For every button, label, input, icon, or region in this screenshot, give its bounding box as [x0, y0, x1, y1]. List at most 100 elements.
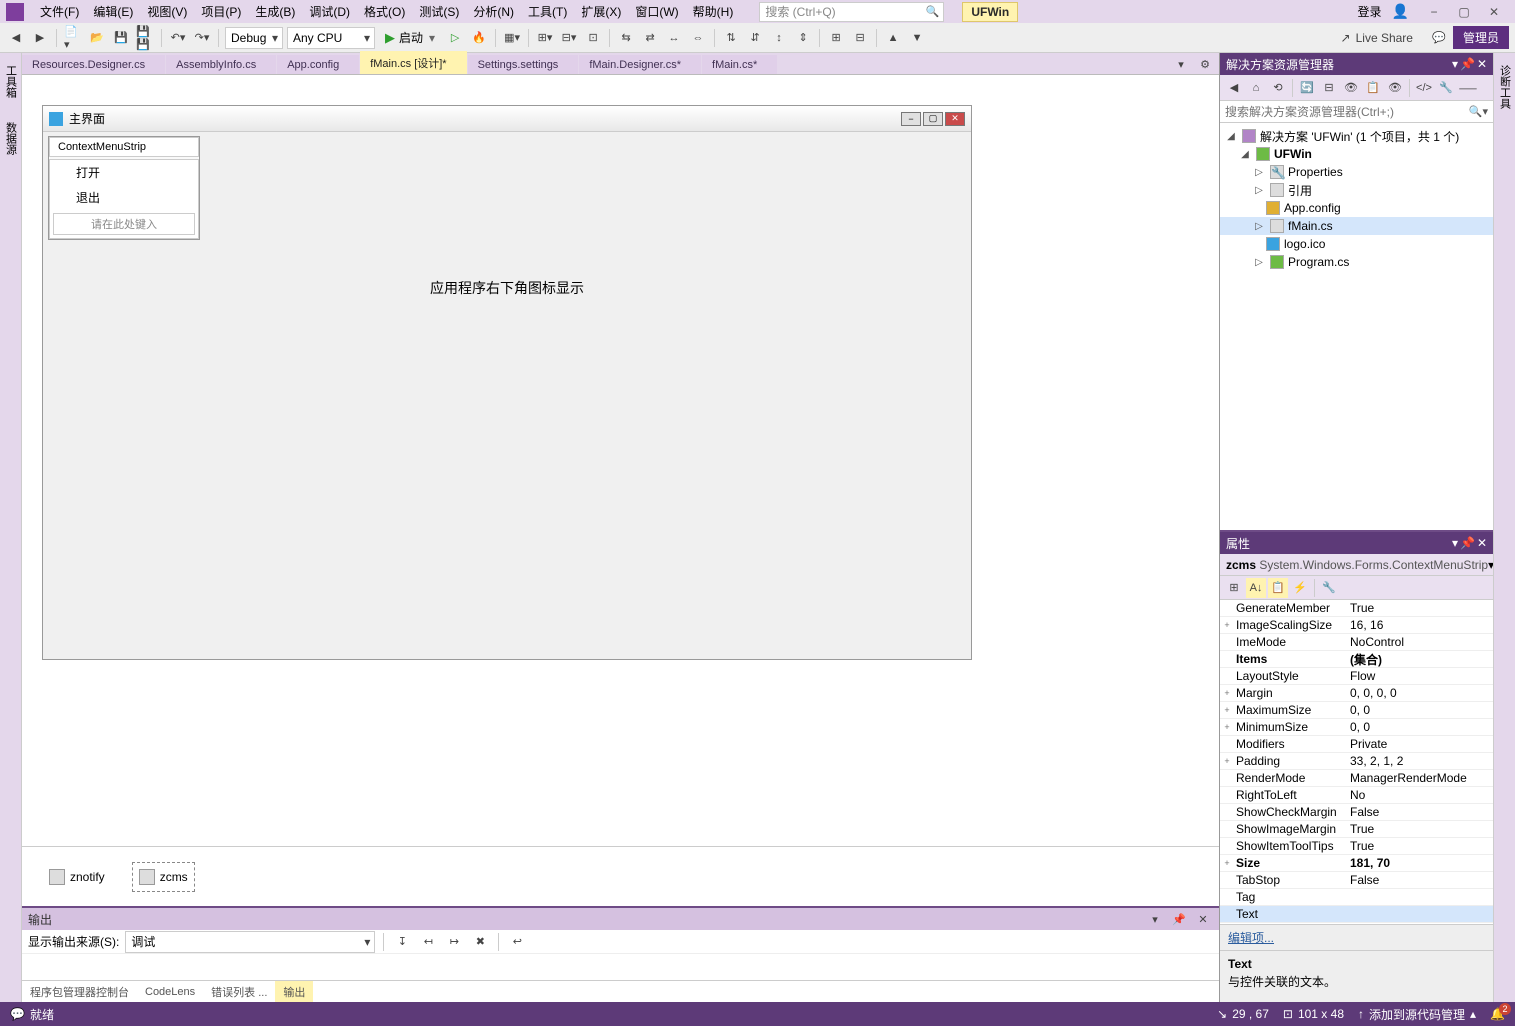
align3-icon[interactable]: ⊡: [583, 28, 603, 48]
sln-home-icon[interactable]: ⌂: [1246, 78, 1266, 98]
tree-fmain[interactable]: ▷ fMain.cs: [1220, 217, 1493, 235]
tree-solution-root[interactable]: ◢ 解决方案 'UFWin' (1 个项目，共 1 个): [1220, 127, 1493, 145]
solution-search-input[interactable]: [1225, 105, 1488, 119]
doc-tab[interactable]: fMain.cs [设计]*: [360, 51, 466, 74]
form-label[interactable]: 应用程序右下角图标显示: [43, 278, 971, 298]
open-icon[interactable]: 📂: [87, 28, 107, 48]
panel-dropdown-icon[interactable]: ▾: [1452, 57, 1458, 71]
output-tab[interactable]: 程序包管理器控制台: [22, 981, 137, 1003]
props-props-icon[interactable]: 📋: [1268, 578, 1288, 598]
output-close-icon[interactable]: ✕: [1193, 909, 1213, 929]
prop-row-RenderMode[interactable]: RenderModeManagerRenderMode: [1220, 770, 1493, 787]
props-wrench-icon[interactable]: 🔧: [1319, 578, 1339, 598]
minimize-button[interactable]: −: [1419, 2, 1449, 22]
props-alpha-icon[interactable]: A↓: [1246, 578, 1266, 598]
sln-overflow-icon[interactable]: ⸺: [1458, 78, 1478, 98]
tree-references[interactable]: ▷ 引用: [1220, 181, 1493, 199]
save-icon[interactable]: 💾: [111, 28, 131, 48]
prop-row-ShowCheckMargin[interactable]: ShowCheckMarginFalse: [1220, 804, 1493, 821]
output-wrap-icon[interactable]: ↩: [507, 932, 527, 952]
doc-tab[interactable]: Resources.Designer.cs: [22, 55, 165, 74]
tab-pin-icon[interactable]: ⚙: [1195, 54, 1215, 74]
menu-工具T[interactable]: 工具(T): [522, 0, 573, 23]
back-icon[interactable]: ◀: [6, 28, 26, 48]
ctx-add-item[interactable]: 请在此处键入: [53, 213, 195, 235]
search-input[interactable]: 搜索 (Ctrl+Q): [759, 2, 944, 22]
prop-row-MaximumSize[interactable]: +MaximumSize0, 0: [1220, 702, 1493, 719]
output-tab[interactable]: 错误列表 ...: [203, 981, 275, 1003]
doc-tab[interactable]: fMain.Designer.cs*: [579, 55, 701, 74]
prop-row-Tag[interactable]: Tag: [1220, 889, 1493, 906]
prop-row-Margin[interactable]: +Margin0, 0, 0, 0: [1220, 685, 1493, 702]
output-goto-icon[interactable]: ↧: [392, 932, 412, 952]
menu-视图V[interactable]: 视图(V): [141, 0, 193, 23]
ctx-open-item[interactable]: 打开: [50, 160, 198, 185]
sln-back-icon[interactable]: ◀: [1224, 78, 1244, 98]
form-close-button[interactable]: ✕: [945, 112, 965, 126]
prop-row-ImageScalingSize[interactable]: +ImageScalingSize16, 16: [1220, 617, 1493, 634]
context-strip-label[interactable]: ContextMenuStrip: [49, 137, 199, 157]
prop-row-RightToLeft[interactable]: RightToLeftNo: [1220, 787, 1493, 804]
props-close-icon[interactable]: ✕: [1477, 536, 1487, 550]
sln-collapse-icon[interactable]: ⊟: [1319, 78, 1339, 98]
form-window[interactable]: 主界面 − ▢ ✕ ContextMenuStrip 打开 退出: [42, 105, 972, 660]
diagnostics-tab[interactable]: 诊断工具: [1495, 59, 1515, 115]
output-clear-icon[interactable]: ✖: [470, 932, 490, 952]
forward-icon[interactable]: ▶: [30, 28, 50, 48]
menu-分析N[interactable]: 分析(N): [467, 0, 520, 23]
layout-icon[interactable]: ▦▾: [502, 28, 522, 48]
panel-pin-icon[interactable]: 📌: [1460, 57, 1475, 71]
notifications-button[interactable]: 🔔2: [1490, 1007, 1505, 1021]
prop-row-Items[interactable]: Items(集合): [1220, 651, 1493, 668]
user-icon[interactable]: 👤: [1392, 3, 1409, 20]
redo-icon[interactable]: ↷▾: [192, 28, 212, 48]
tree-appconfig[interactable]: App.config: [1220, 199, 1493, 217]
vspacing3-icon[interactable]: ↕: [769, 28, 789, 48]
live-share-button[interactable]: ↗ Live Share: [1341, 31, 1413, 45]
tree-properties[interactable]: ▷🔧 Properties: [1220, 163, 1493, 181]
start-noDebug-icon[interactable]: ▷: [445, 28, 465, 48]
output-prev-icon[interactable]: ↤: [418, 932, 438, 952]
props-dropdown-icon[interactable]: ▾: [1452, 536, 1458, 550]
prop-row-Modifiers[interactable]: ModifiersPrivate: [1220, 736, 1493, 753]
new-project-icon[interactable]: 📄▾: [63, 28, 83, 48]
properties-object-combo[interactable]: zcms System.Windows.Forms.ContextMenuStr…: [1220, 554, 1493, 576]
doc-tab[interactable]: AssemblyInfo.cs: [166, 55, 276, 74]
save-all-icon[interactable]: 💾💾: [135, 28, 155, 48]
start-button[interactable]: ▶启动▾: [379, 27, 441, 49]
sln-wrench-icon[interactable]: 🔧: [1436, 78, 1456, 98]
menu-文件F[interactable]: 文件(F): [34, 0, 85, 23]
hspacing-icon[interactable]: ⇆: [616, 28, 636, 48]
panel-close-icon[interactable]: ✕: [1477, 57, 1487, 71]
feedback-icon[interactable]: 💬: [1429, 28, 1449, 48]
project-button[interactable]: UFWin: [962, 2, 1018, 22]
prop-row-LayoutStyle[interactable]: LayoutStyleFlow: [1220, 668, 1493, 685]
close-button[interactable]: ✕: [1479, 2, 1509, 22]
sln-sync-icon[interactable]: ⟲: [1268, 78, 1288, 98]
center-v-icon[interactable]: ⊟: [850, 28, 870, 48]
menu-测试S[interactable]: 测试(S): [413, 0, 465, 23]
maximize-button[interactable]: ▢: [1449, 2, 1479, 22]
sln-properties-icon[interactable]: 📋: [1363, 78, 1383, 98]
prop-row-ImeMode[interactable]: ImeModeNoControl: [1220, 634, 1493, 651]
hspacing3-icon[interactable]: ↔: [664, 28, 684, 48]
prop-row-ShowItemToolTips[interactable]: ShowItemToolTipsTrue: [1220, 838, 1493, 855]
output-source-combo[interactable]: 调试: [125, 931, 375, 953]
props-events-icon[interactable]: ⚡: [1290, 578, 1310, 598]
platform-combo[interactable]: Any CPU: [287, 27, 375, 49]
menu-窗口W[interactable]: 窗口(W): [629, 0, 684, 23]
form-max-button[interactable]: ▢: [923, 112, 943, 126]
back-z-icon[interactable]: ▼: [907, 28, 927, 48]
tab-dropdown-icon[interactable]: ▾: [1171, 54, 1191, 74]
properties-edit-link[interactable]: 编辑项...: [1220, 924, 1493, 950]
menu-格式O[interactable]: 格式(O): [358, 0, 411, 23]
prop-row-TabStop[interactable]: TabStopFalse: [1220, 872, 1493, 889]
prop-row-GenerateMember[interactable]: GenerateMemberTrue: [1220, 600, 1493, 617]
props-pin-icon[interactable]: 📌: [1460, 536, 1475, 550]
prop-row-Text[interactable]: Text: [1220, 906, 1493, 923]
source-control-button[interactable]: ↑添加到源代码管理▴: [1358, 1006, 1476, 1023]
sln-showall-icon[interactable]: 👁: [1341, 78, 1361, 98]
hot-reload-icon[interactable]: 🔥: [469, 28, 489, 48]
login-link[interactable]: 登录: [1358, 3, 1382, 20]
prop-row-Size[interactable]: +Size181, 70: [1220, 855, 1493, 872]
